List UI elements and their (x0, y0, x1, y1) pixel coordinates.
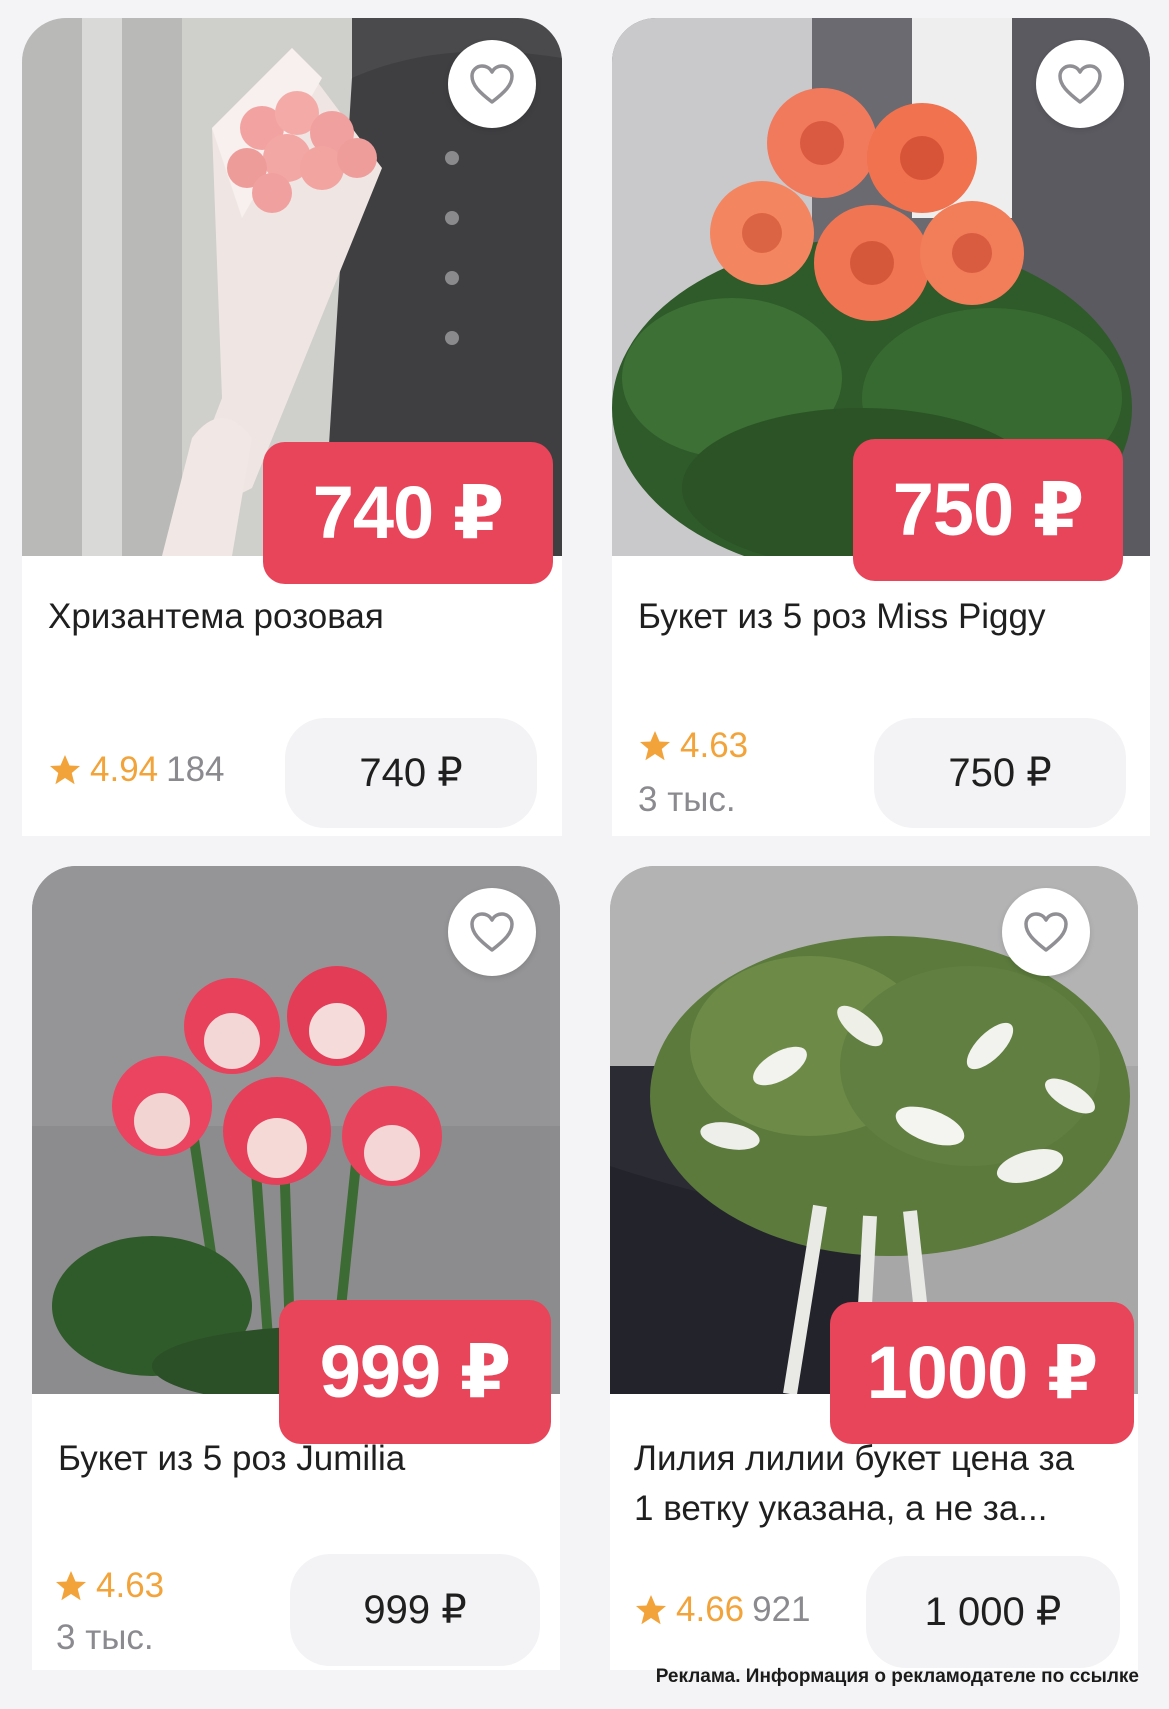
heart-outline-icon (1024, 912, 1068, 952)
product-rating: 4.66 921 (632, 1590, 811, 1630)
product-title-line-1[interactable]: Лилия лилии букет цена за (634, 1434, 1124, 1484)
rating-score: 4.63 (96, 1566, 165, 1605)
product-rating: 4.94 184 (46, 750, 225, 790)
favorite-button[interactable] (448, 888, 536, 976)
review-count: 184 (166, 750, 225, 789)
product-rating: 4.63 (636, 726, 748, 766)
buy-button[interactable]: 999 ₽ (290, 1554, 540, 1666)
review-count: 921 (752, 1590, 811, 1629)
rating-score: 4.66 (676, 1590, 745, 1629)
star-icon (50, 755, 80, 785)
rating-score: 4.94 (90, 750, 159, 789)
review-count: 3 тыс. (638, 780, 736, 819)
star-icon (56, 1571, 86, 1601)
price-badge: 999 ₽ (279, 1300, 551, 1444)
product-card[interactable]: 750 ₽ Букет из 5 роз Miss Piggy 4.63 3 т… (612, 18, 1150, 836)
review-count: 3 тыс. (56, 1618, 154, 1657)
favorite-button[interactable] (1036, 40, 1124, 128)
product-rating: 4.63 (52, 1566, 164, 1606)
product-title-line-2[interactable]: 1 ветку указана, а не за... (634, 1484, 1124, 1534)
favorite-button[interactable] (1002, 888, 1090, 976)
buy-button[interactable]: 750 ₽ (874, 718, 1126, 828)
ad-disclosure-link[interactable]: Реклама. Информация о рекламодателе по с… (656, 1666, 1139, 1688)
favorite-button[interactable] (448, 40, 536, 128)
heart-outline-icon (470, 64, 514, 104)
star-icon (640, 731, 670, 761)
heart-outline-icon (1058, 64, 1102, 104)
price-badge: 1000 ₽ (830, 1302, 1134, 1444)
price-badge: 740 ₽ (263, 442, 553, 584)
buy-button[interactable]: 740 ₽ (285, 718, 537, 828)
price-badge: 750 ₽ (853, 439, 1123, 581)
product-card[interactable]: 1000 ₽ Лилия лилии букет цена за 1 ветку… (610, 866, 1138, 1670)
product-title[interactable]: Букет из 5 роз Jumilia (58, 1434, 538, 1484)
product-card[interactable]: 999 ₽ Букет из 5 роз Jumilia 4.63 3 тыс.… (32, 866, 560, 1670)
heart-outline-icon (470, 912, 514, 952)
buy-button[interactable]: 1 000 ₽ (866, 1556, 1120, 1668)
product-title[interactable]: Букет из 5 роз Miss Piggy (638, 592, 1128, 642)
product-card[interactable]: 740 ₽ Хризантема розовая 4.94 184 740 ₽ (22, 18, 562, 836)
rating-score: 4.63 (680, 726, 749, 765)
star-icon (636, 1595, 666, 1625)
product-title[interactable]: Хризантема розовая (48, 592, 538, 642)
